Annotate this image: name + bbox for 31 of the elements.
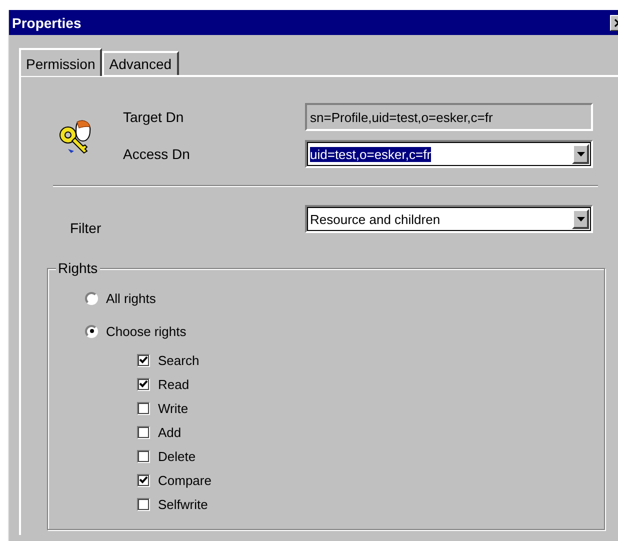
- radio-button[interactable]: [85, 292, 98, 304]
- checkbox-label[interactable]: Read: [158, 376, 190, 392]
- group-title: Rights: [56, 260, 100, 276]
- filter-combo[interactable]: Resource and children: [305, 205, 593, 233]
- dropdown-arrow-icon: [576, 216, 584, 222]
- checkbox[interactable]: [137, 378, 150, 390]
- tab[interactable]: Permission: [19, 48, 102, 76]
- field-label: Filter: [70, 219, 102, 236]
- checkbox[interactable]: [137, 426, 150, 438]
- radio-label[interactable]: Choose rights: [106, 324, 186, 338]
- window-title: Properties: [12, 14, 82, 30]
- checkbox[interactable]: [137, 474, 150, 486]
- radio-label[interactable]: All rights: [106, 290, 156, 306]
- tab[interactable]: Advanced: [102, 51, 179, 75]
- checkbox-label[interactable]: Add: [158, 424, 182, 440]
- checkbox[interactable]: [137, 402, 150, 414]
- checkbox-label[interactable]: Search: [158, 352, 200, 368]
- dropdown-arrow-icon: [576, 152, 584, 156]
- field-label: Access Dn: [123, 146, 191, 162]
- checkbox-label[interactable]: Delete: [158, 448, 196, 464]
- dropdown-button[interactable]: [572, 144, 589, 164]
- checkbox[interactable]: [137, 498, 150, 510]
- checkbox-label[interactable]: Write: [158, 400, 188, 416]
- checkbox[interactable]: [137, 450, 150, 462]
- access-dn-combo[interactable]: uid=test,o=esker,c=fr: [305, 140, 593, 168]
- field-label: Target Dn: [123, 109, 185, 125]
- radio-button[interactable]: [85, 324, 98, 338]
- checkbox[interactable]: [137, 354, 150, 366]
- checkbox-label[interactable]: Compare: [158, 472, 212, 488]
- checkbox-label[interactable]: Selfwrite: [158, 496, 208, 512]
- dropdown-button[interactable]: [572, 209, 589, 229]
